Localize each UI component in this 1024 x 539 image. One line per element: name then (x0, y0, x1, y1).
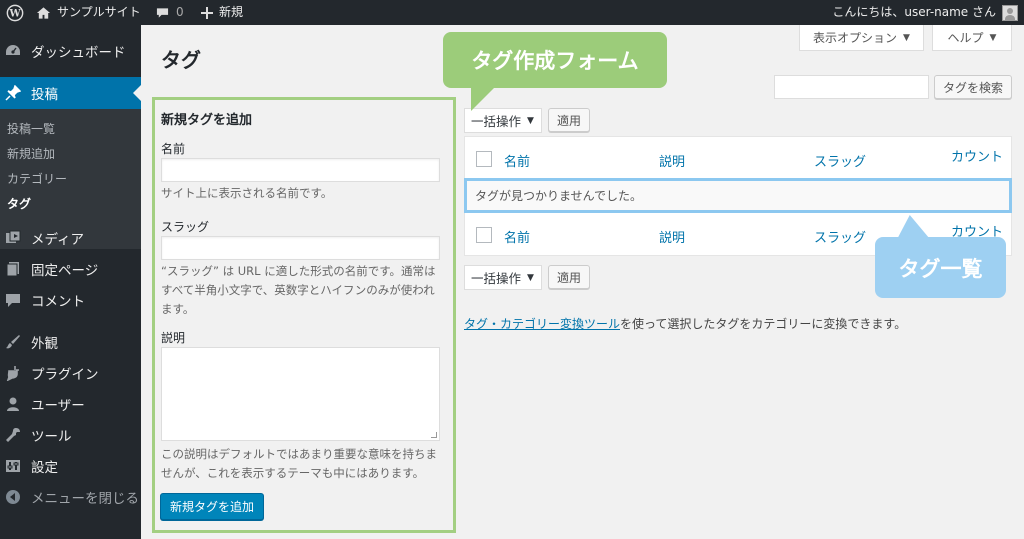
bulk-action-select-top[interactable]: 一括操作 ▼ (464, 108, 542, 133)
page-icon (5, 261, 21, 277)
search-tags-button[interactable]: タグを検索 (934, 75, 1012, 99)
caret-down-icon: ▼ (527, 272, 534, 283)
collapse-arrow-icon (5, 489, 21, 505)
select-all-checkbox[interactable] (476, 227, 492, 243)
new-label: 新規 (219, 5, 244, 19)
table-header: 名前 説明 スラッグ カウント (465, 139, 1011, 179)
tag-search-input[interactable] (774, 75, 929, 99)
user-icon (5, 396, 21, 412)
site-name-link[interactable]: サンプルサイト (36, 0, 141, 25)
converter-note-text: を使って選択したタグをカテゴリーに変換できます。 (620, 317, 907, 331)
menu-label: メディア (31, 232, 85, 248)
add-tag-heading: 新規タグを追加 (161, 113, 253, 128)
column-slug[interactable]: スラッグ (814, 151, 866, 170)
caret-down-icon: ▼ (527, 115, 534, 126)
menu-label: 固定ページ (31, 263, 99, 279)
avatar (1002, 4, 1018, 21)
menu-label: メニューを閉じる (31, 491, 139, 507)
admin-bar: W サンプルサイト 0 新規 こんにちは、user-name さん (0, 0, 1024, 25)
media-icon (5, 230, 21, 246)
tag-description-textarea[interactable] (161, 347, 440, 441)
menu-plugins[interactable]: プラグイン (0, 361, 141, 385)
user-account-link[interactable]: こんにちは、user-name さん (832, 0, 1018, 25)
new-content-link[interactable]: 新規 (201, 0, 243, 25)
plugin-icon (5, 365, 21, 381)
slug-description: “スラッグ” は URL に適した形式の名前です。通常はすべて半角小文字で、英数… (161, 264, 436, 316)
wrench-icon (5, 427, 21, 443)
page-title: タグ (161, 48, 201, 72)
menu-label: コメント (31, 294, 85, 310)
plus-icon (201, 6, 213, 19)
help-button[interactable]: ヘルプ ▼ (932, 25, 1012, 51)
description-label: 説明 (161, 331, 186, 345)
collapse-menu-button[interactable]: メニューを閉じる (0, 485, 141, 509)
site-name: サンプルサイト (57, 5, 141, 19)
menu-users[interactable]: ユーザー (0, 392, 141, 416)
menu-tools[interactable]: ツール (0, 423, 141, 447)
tag-name-input[interactable] (161, 158, 440, 182)
bulk-action-value: 一括操作 (471, 271, 522, 286)
admin-sidebar: ダッシュボード 投稿 投稿一覧 新規追加 カテゴリー タグ メディア 固定ページ… (0, 25, 141, 539)
bulk-action-value: 一括操作 (471, 114, 522, 129)
submenu-tags[interactable]: タグ (7, 195, 31, 212)
menu-posts[interactable]: 投稿 (0, 77, 141, 109)
menu-label: プラグイン (31, 367, 99, 383)
tag-slug-input[interactable] (161, 236, 440, 260)
column-count[interactable]: カウント (951, 146, 1003, 165)
submenu-categories[interactable]: カテゴリー (7, 170, 67, 187)
name-description: サイト上に表示される名前です。 (161, 186, 333, 200)
no-tags-message: タグが見つかりませんでした。 (464, 178, 1012, 213)
menu-label: ユーザー (31, 398, 85, 414)
caret-down-icon: ▼ (903, 32, 910, 43)
column-description: 説明 (659, 231, 686, 246)
resize-handle-icon[interactable] (431, 432, 437, 438)
menu-dashboard[interactable]: ダッシュボード (0, 39, 141, 63)
menu-appearance[interactable]: 外観 (0, 330, 141, 354)
name-label: 名前 (161, 142, 186, 156)
greeting: こんにちは、user-name さん (832, 5, 996, 19)
submenu-all-posts[interactable]: 投稿一覧 (7, 120, 55, 137)
list-callout: タグ一覧 (875, 237, 1006, 298)
menu-label: 設定 (31, 460, 58, 476)
submenu-add-new[interactable]: 新規追加 (7, 145, 55, 162)
screen-options-button[interactable]: 表示オプション ▼ (799, 25, 924, 51)
form-callout: タグ作成フォーム (443, 32, 667, 111)
comment-icon (5, 292, 21, 308)
slug-label: スラッグ (161, 220, 210, 234)
dashboard-icon (5, 43, 21, 59)
menu-pages[interactable]: 固定ページ (0, 257, 141, 281)
column-name[interactable]: 名前 (504, 227, 530, 246)
column-name[interactable]: 名前 (504, 151, 530, 170)
menu-media[interactable]: メディア (0, 226, 141, 250)
add-new-tag-button[interactable]: 新規タグを追加 (160, 493, 264, 520)
menu-settings[interactable]: 設定 (0, 454, 141, 478)
brush-icon (5, 334, 21, 350)
pin-icon (5, 85, 21, 101)
column-description: 説明 (659, 155, 686, 170)
menu-label: ダッシュボード (31, 45, 126, 61)
caret-down-icon: ▼ (989, 32, 997, 43)
settings-icon (5, 458, 21, 474)
converter-note: タグ・カテゴリー変換ツールを使って選択したタグをカテゴリーに変換できます。 (464, 315, 906, 332)
apply-button-bottom[interactable]: 適用 (548, 265, 590, 289)
help-label: ヘルプ (947, 31, 984, 45)
comment-count: 0 (176, 5, 184, 19)
column-slug[interactable]: スラッグ (814, 227, 866, 246)
menu-comments[interactable]: コメント (0, 288, 141, 312)
converter-link[interactable]: タグ・カテゴリー変換ツール (464, 317, 620, 331)
bulk-action-select-bottom[interactable]: 一括操作 ▼ (464, 265, 542, 290)
menu-label: ツール (31, 429, 72, 445)
screen-options-label: 表示オプション (813, 31, 898, 45)
home-icon (36, 6, 51, 19)
apply-button-top[interactable]: 適用 (548, 108, 590, 132)
menu-label: 外観 (31, 336, 58, 352)
menu-label: 投稿 (31, 87, 58, 103)
select-all-checkbox[interactable] (476, 151, 492, 167)
svg-text:W: W (8, 8, 21, 19)
comments-link[interactable]: 0 (156, 0, 184, 25)
wordpress-logo-icon[interactable]: W (6, 0, 24, 25)
comment-bubble-icon (156, 7, 169, 18)
description-help: この説明はデフォルトではあまり重要な意味を持ちませんが、これを表示するテーマも中… (161, 447, 437, 480)
